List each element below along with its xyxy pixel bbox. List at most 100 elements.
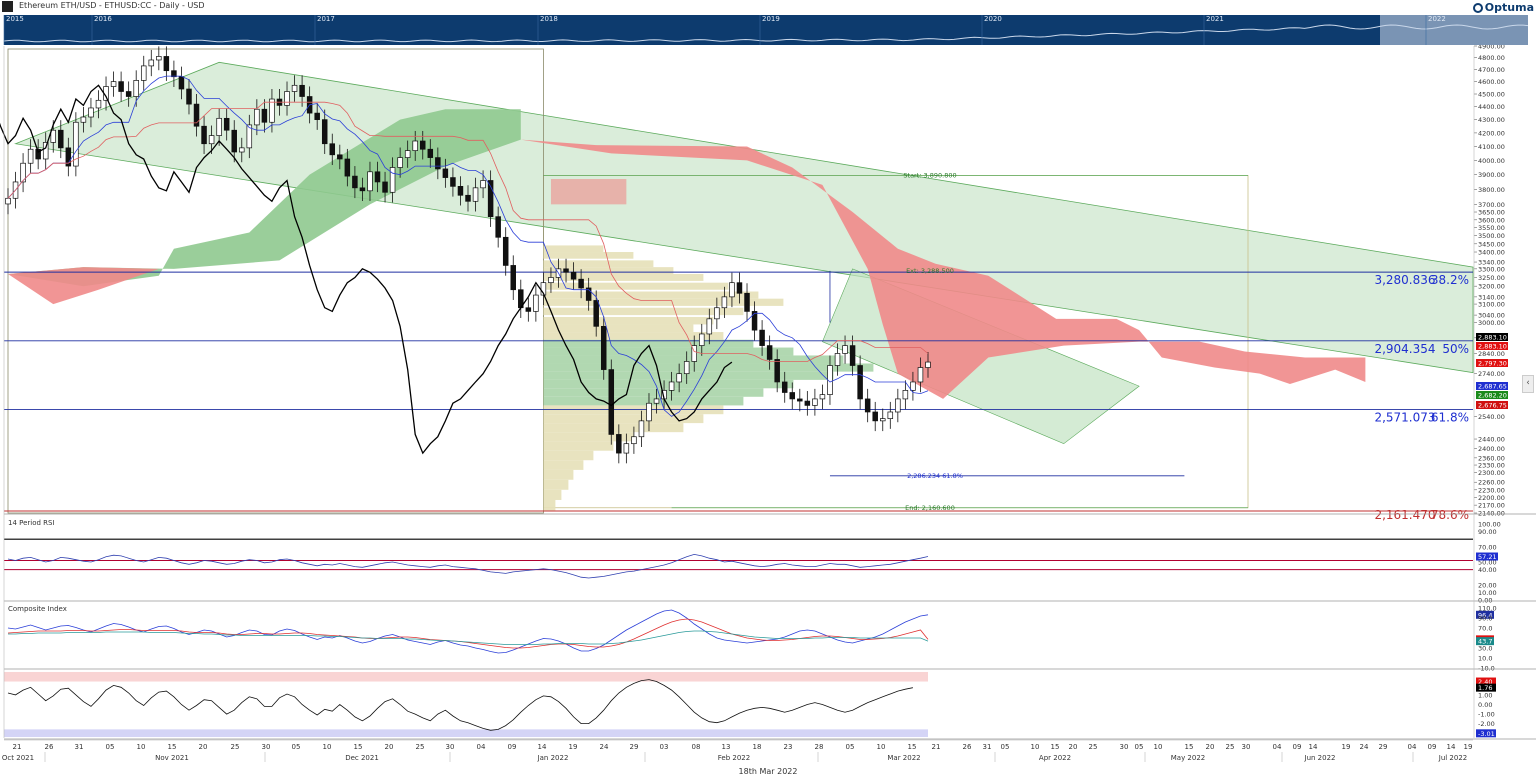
x-day-tick: 10 <box>1154 743 1163 751</box>
overview-year-label: 2016 <box>94 15 112 23</box>
volume-profile-bar <box>543 316 714 325</box>
candle-body <box>404 150 411 158</box>
candle-body <box>563 268 569 273</box>
x-day-tick: 10 <box>137 743 146 751</box>
candle-body <box>623 443 630 454</box>
x-day-tick: 04 <box>477 743 486 751</box>
candle-body <box>616 434 622 454</box>
optex-upper-band <box>4 671 928 682</box>
candle-body <box>254 108 260 126</box>
volume-profile-bar <box>543 245 604 253</box>
candle-body <box>80 116 87 123</box>
rsi-title: 14 Period RSI <box>8 519 55 527</box>
price-badge-label: 2,676.75 <box>1478 402 1507 410</box>
price-tick-label: 3450.00 <box>1478 240 1505 248</box>
price-badge-label: 2,883.10 <box>1478 334 1507 342</box>
chart-canvas[interactable]: 3,280.83638.2% 2,904.354 50% 2,571.07361.8%… <box>0 0 1536 783</box>
price-tick-label: 4800.00 <box>1478 54 1505 62</box>
volume-profile-bar <box>543 388 764 397</box>
candle-body <box>797 398 803 402</box>
volume-profile-bar <box>543 414 704 424</box>
volume-profile-bar <box>543 252 634 259</box>
x-day-tick: 10 <box>877 743 886 751</box>
composite-tick-label: 70.0 <box>1478 625 1492 633</box>
price-tick-label: 2440.00 <box>1478 436 1505 444</box>
composite-tick-label: 10.0 <box>1478 655 1492 663</box>
candle-body <box>849 345 856 366</box>
x-day-tick: 15 <box>168 743 177 751</box>
volume-profile-bar <box>543 450 594 461</box>
candle-body <box>502 236 509 266</box>
candle-body <box>721 296 728 309</box>
price-badge-label: 2,797.30 <box>1478 360 1507 368</box>
candle-body <box>736 282 743 294</box>
candle-body <box>668 381 675 391</box>
x-day-tick: 25 <box>1089 743 1098 751</box>
candle-body <box>420 140 426 150</box>
x-day-tick: 19 <box>1464 743 1473 751</box>
price-tick-label: 3600.00 <box>1478 216 1505 224</box>
optex-lower-band <box>4 729 928 738</box>
candle-body <box>216 117 222 136</box>
overview-year-label: 2018 <box>540 15 558 23</box>
chart-annotation: Start: 3,890.800 <box>903 171 956 179</box>
chart-annotation: End: 2,160.600 <box>905 504 955 512</box>
x-month-label: Jan 2022 <box>537 754 569 762</box>
candle-body <box>110 81 117 87</box>
candle-body <box>834 353 841 366</box>
optex-badge-label: 1.76 <box>1478 684 1492 692</box>
x-day-tick: 21 <box>13 743 22 751</box>
candle-body <box>389 167 396 193</box>
candle-body <box>186 88 192 105</box>
candle-body <box>638 420 645 438</box>
candle-body <box>50 129 56 143</box>
price-badge-label: 2,687.65 <box>1478 383 1507 391</box>
x-day-tick: 03 <box>660 743 669 751</box>
price-tick-label: 4600.00 <box>1478 78 1505 86</box>
price-tick-label: 4200.00 <box>1478 129 1505 137</box>
collapse-panel-button[interactable]: ‹ <box>1522 375 1534 393</box>
x-day-tick: 05 <box>292 743 301 751</box>
candle-body <box>676 373 682 383</box>
candle-body <box>842 345 848 354</box>
x-day-tick: 05 <box>846 743 855 751</box>
candle-body <box>729 282 735 298</box>
price-tick-label: 2300.00 <box>1478 469 1505 477</box>
candle-body <box>744 292 750 312</box>
x-month-label: Apr 2022 <box>1039 754 1071 762</box>
overview-year-label: 2017 <box>317 15 335 23</box>
candle-body <box>337 154 343 160</box>
candle-body <box>321 119 328 145</box>
price-tick-label: 3800.00 <box>1478 186 1505 194</box>
fib-level-pct: 50% <box>1442 342 1469 356</box>
volume-profile-bar <box>543 363 874 372</box>
date-footer: 18th Mar 2022 <box>739 767 798 776</box>
candle-body <box>699 333 705 346</box>
x-day-tick: 09 <box>1428 743 1437 751</box>
volume-profile-bar <box>543 460 584 470</box>
price-tick-label: 4700.00 <box>1478 66 1505 74</box>
x-day-tick: 20 <box>1069 743 1078 751</box>
candle-body <box>812 398 818 406</box>
chart-annotation: 2,286.234 61.8% <box>907 472 963 480</box>
price-tick-label: 3900.00 <box>1478 171 1505 179</box>
candle-body <box>299 84 305 97</box>
candle-body <box>163 56 170 72</box>
app-menu-icon[interactable] <box>2 1 13 12</box>
candle-body <box>751 311 758 331</box>
candle-body <box>412 140 418 151</box>
x-day-tick: 30 <box>446 743 455 751</box>
volume-profile-bar <box>543 347 794 356</box>
volume-profile-bar <box>543 273 704 281</box>
candle-body <box>653 398 660 404</box>
volume-profile-bar <box>543 260 654 268</box>
candle-body <box>442 168 449 178</box>
price-tick-label: 3300.00 <box>1478 265 1505 273</box>
price-tick-label: 3200.00 <box>1478 283 1505 291</box>
x-day-tick: 04 <box>1408 743 1417 751</box>
fib-level-value: 2,571.073 <box>1374 411 1435 425</box>
x-day-tick: 05 <box>106 743 115 751</box>
candle-body <box>600 325 607 370</box>
x-day-tick: 29 <box>1379 743 1388 751</box>
x-month-label: Nov 2021 <box>155 754 189 762</box>
